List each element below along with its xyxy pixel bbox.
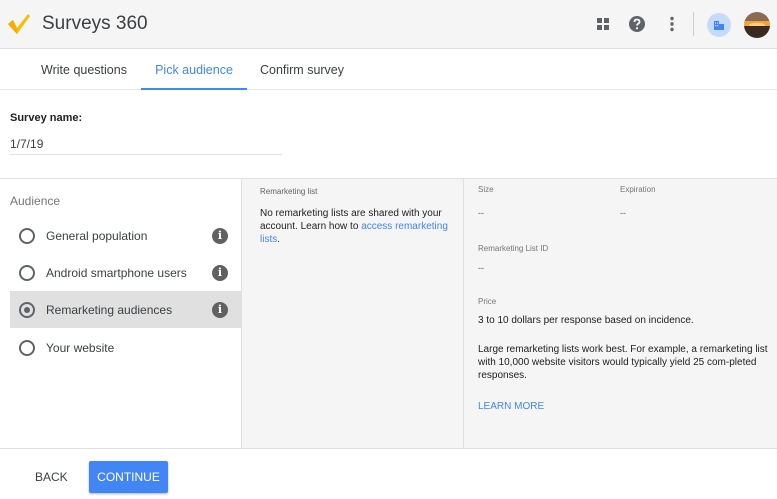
audience-option-general-population[interactable]: General population i	[10, 217, 241, 254]
more-vert-icon[interactable]	[661, 13, 683, 35]
audience-content: Audience General population i Android sm…	[0, 178, 777, 449]
continue-button[interactable]: CONTINUE	[89, 461, 168, 493]
size-value: --	[478, 208, 484, 218]
audience-option-label: General population	[46, 229, 148, 243]
message-end: .	[277, 234, 281, 245]
app-header: Surveys 360	[0, 0, 777, 49]
apps-grid-icon[interactable]	[592, 13, 614, 35]
price-value: 3 to 10 dollars per response based on in…	[478, 315, 694, 326]
survey-name-input[interactable]	[10, 133, 282, 155]
remarketing-list-heading: Remarketing list	[260, 187, 318, 196]
audience-heading: Audience	[10, 194, 61, 208]
audience-option-label: Remarketing audiences	[46, 303, 173, 317]
remarketing-list-id-label: Remarketing List ID	[478, 244, 549, 253]
tab-write-questions[interactable]: Write questions	[30, 49, 138, 90]
info-icon[interactable]: i	[212, 302, 228, 318]
remarketing-list-id-value: --	[478, 263, 484, 273]
tab-confirm-survey[interactable]: Confirm survey	[252, 49, 352, 90]
user-avatar[interactable]	[744, 12, 770, 38]
radio-button[interactable]	[19, 265, 35, 281]
expiration-label: Expiration	[620, 185, 656, 194]
help-icon[interactable]	[626, 13, 648, 35]
survey-name-label: Survey name:	[10, 112, 83, 124]
business-account-button[interactable]	[707, 13, 731, 37]
expiration-value: --	[620, 208, 626, 218]
checkmark-logo-icon	[8, 14, 30, 34]
remarketing-note: Large remarketing lists work best. For e…	[478, 344, 768, 381]
remarketing-list-panel: Remarketing list No remarketing lists ar…	[241, 179, 463, 449]
info-icon[interactable]: i	[212, 265, 228, 281]
size-label: Size	[478, 185, 494, 194]
remarketing-list-message: No remarketing lists are shared with you…	[260, 207, 455, 246]
audience-option-android-smartphone-users[interactable]: Android smartphone users i	[10, 254, 241, 291]
wizard-tabs: Write questions Pick audience Confirm su…	[0, 49, 777, 90]
list-details-panel: Size -- Expiration -- Remarketing List I…	[463, 179, 777, 449]
audience-option-remarketing-audiences[interactable]: Remarketing audiences i	[10, 291, 241, 328]
learn-more-link[interactable]: LEARN MORE	[478, 401, 544, 412]
price-label: Price	[478, 297, 497, 306]
wizard-footer: BACK CONTINUE	[0, 448, 777, 499]
audience-option-your-website[interactable]: Your website	[10, 329, 241, 366]
radio-button[interactable]	[19, 228, 35, 244]
audience-option-label: Your website	[46, 341, 115, 355]
radio-button-selected[interactable]	[19, 302, 35, 318]
info-icon[interactable]: i	[212, 228, 228, 244]
radio-button[interactable]	[19, 340, 35, 356]
header-divider	[693, 12, 694, 36]
audience-panel: Audience General population i Android sm…	[0, 179, 241, 449]
audience-option-label: Android smartphone users	[46, 266, 187, 280]
back-button[interactable]: BACK	[27, 462, 76, 492]
business-icon	[714, 21, 724, 30]
app-title: Surveys 360	[42, 13, 148, 34]
tab-pick-audience[interactable]: Pick audience	[141, 49, 247, 90]
